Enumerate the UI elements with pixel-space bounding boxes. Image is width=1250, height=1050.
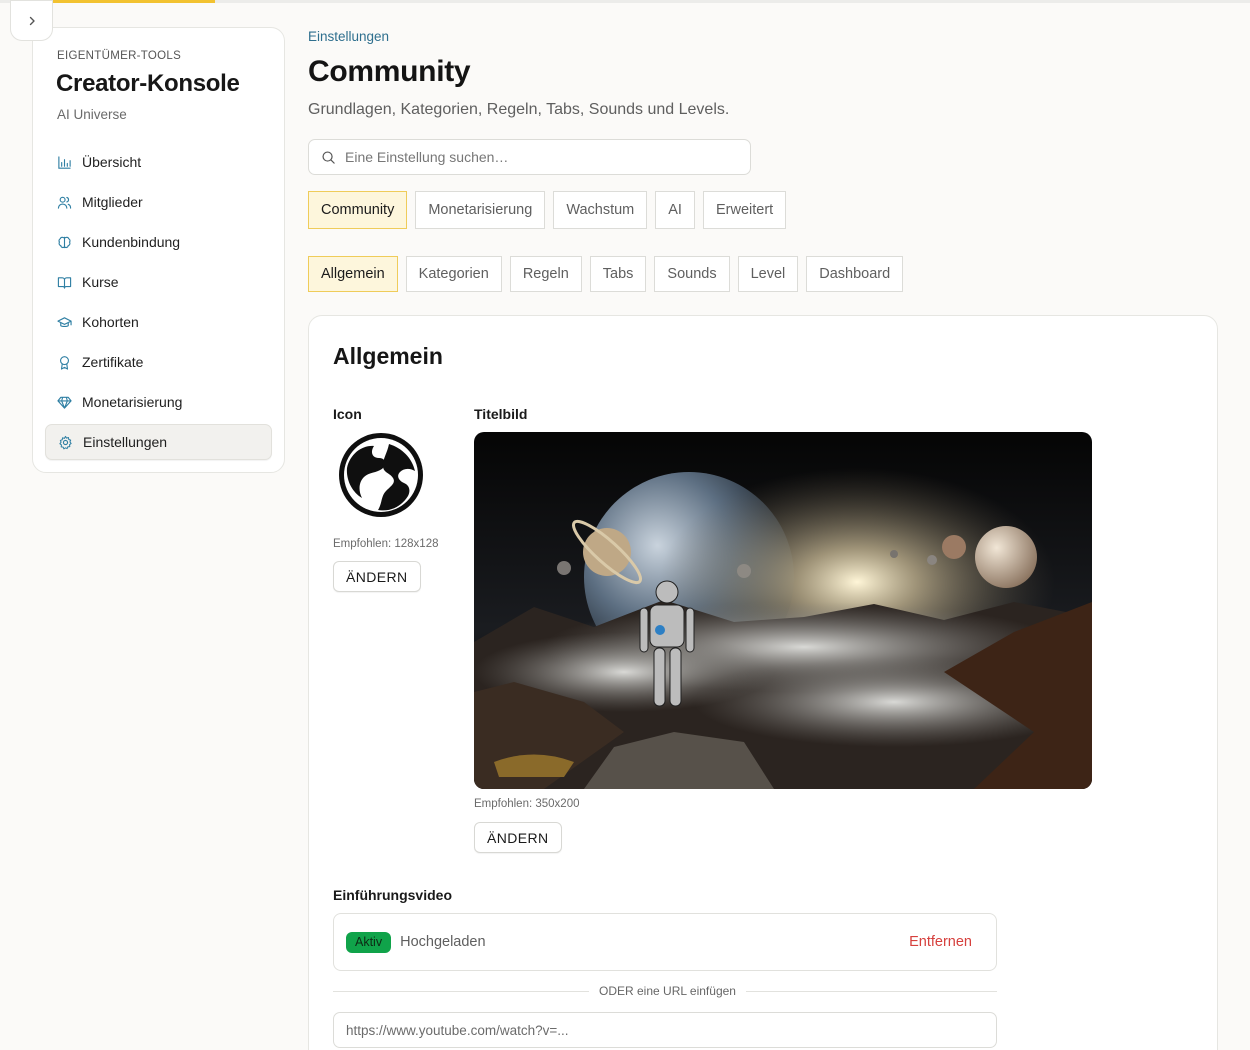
sidebar-toggle-button[interactable] (10, 0, 53, 41)
page-title: Community (308, 55, 471, 88)
sidebar-item-label: Einstellungen (83, 434, 168, 450)
chevron-right-icon (29, 16, 35, 25)
subtab-allgemein[interactable]: Allgemein (308, 256, 398, 292)
sidebar-item-label: Übersicht (82, 154, 142, 170)
subtab-regeln[interactable]: Regeln (509, 256, 582, 292)
video-status-text: Hochgeladen (400, 934, 486, 950)
subtab-tabs[interactable]: Tabs (589, 256, 647, 292)
cover-size-hint: Empfohlen: 350x200 (474, 798, 580, 810)
brain-icon (58, 236, 71, 248)
breadcrumb[interactable]: Einstellungen (308, 29, 389, 44)
sidebar: EIGENTÜMER-TOOLS Creator-Konsole AI Univ… (32, 27, 285, 473)
remove-video-link[interactable]: Entfernen (909, 934, 972, 950)
community-icon-image (339, 433, 423, 517)
status-badge: Aktiv (346, 931, 392, 953)
award-icon (60, 355, 69, 370)
main-tabs: Community Monetarisierung Wachstum AI Er… (308, 191, 794, 229)
video-status-box: Aktiv Hochgeladen Entfernen (333, 913, 997, 971)
users-icon (57, 196, 72, 209)
tab-wachstum[interactable]: Wachstum (553, 191, 648, 229)
subtab-level[interactable]: Level (737, 256, 799, 292)
subtab-kategorien[interactable]: Kategorien (405, 256, 502, 292)
search-box[interactable] (308, 139, 751, 175)
bar-chart-icon (58, 155, 71, 169)
settings-card: Allgemein Icon Empfohlen: 128x128 ÄNDERN… (308, 315, 1218, 1050)
sidebar-overline: EIGENTÜMER-TOOLS (57, 50, 182, 62)
sidebar-title: Creator-Konsole (56, 70, 240, 97)
sidebar-nav: Übersicht Mitglieder Kundenbindung Kurse… (45, 144, 272, 464)
sidebar-item-kundenbindung[interactable]: Kundenbindung (45, 224, 272, 260)
video-url-input[interactable] (333, 1012, 997, 1048)
sidebar-item-label: Kurse (82, 274, 119, 290)
tab-community[interactable]: Community (308, 191, 408, 229)
sub-tabs: Allgemein Kategorien Regeln Tabs Sounds … (308, 256, 911, 292)
sidebar-item-label: Kundenbindung (82, 234, 181, 250)
sidebar-item-einstellungen[interactable]: Einstellungen (45, 424, 272, 460)
video-label: Einführungsvideo (333, 887, 452, 903)
subtab-sounds[interactable]: Sounds (654, 256, 730, 292)
sidebar-item-kohorten[interactable]: Kohorten (45, 304, 272, 340)
cover-label: Titelbild (474, 406, 528, 422)
sidebar-item-monetarisierung[interactable]: Monetarisierung (45, 384, 272, 420)
page-subtitle: Grundlagen, Kategorien, Regeln, Tabs, So… (308, 101, 730, 118)
search-icon (322, 150, 335, 164)
gear-icon (59, 435, 72, 449)
cover-image (474, 432, 1092, 789)
book-open-icon (57, 276, 72, 289)
sidebar-item-mitglieder[interactable]: Mitglieder (45, 184, 272, 220)
card-title: Allgemein (333, 343, 443, 369)
sidebar-item-label: Monetarisierung (82, 394, 183, 410)
sidebar-item-uebersicht[interactable]: Übersicht (45, 144, 272, 180)
search-input[interactable] (345, 149, 735, 165)
sidebar-subtitle: AI Universe (57, 107, 127, 122)
sidebar-item-zertifikate[interactable]: Zertifikate (45, 344, 272, 380)
divider-label: ODER eine URL einfügen (589, 984, 746, 998)
change-cover-button[interactable]: ÄNDERN (474, 822, 562, 853)
icon-size-hint: Empfohlen: 128x128 (333, 538, 439, 550)
sidebar-item-label: Zertifikate (82, 354, 144, 370)
subtab-dashboard[interactable]: Dashboard (806, 256, 904, 292)
sidebar-item-label: Mitglieder (82, 194, 143, 210)
tab-ai[interactable]: AI (655, 191, 695, 229)
graduation-cap-icon (57, 316, 72, 327)
icon-label: Icon (333, 406, 362, 422)
gem-icon (57, 396, 72, 409)
sidebar-item-label: Kohorten (82, 314, 139, 330)
change-icon-button[interactable]: ÄNDERN (333, 561, 421, 592)
tab-monetarisierung[interactable]: Monetarisierung (415, 191, 546, 229)
tab-erweitert[interactable]: Erweitert (702, 191, 787, 229)
sidebar-item-kurse[interactable]: Kurse (45, 264, 272, 300)
